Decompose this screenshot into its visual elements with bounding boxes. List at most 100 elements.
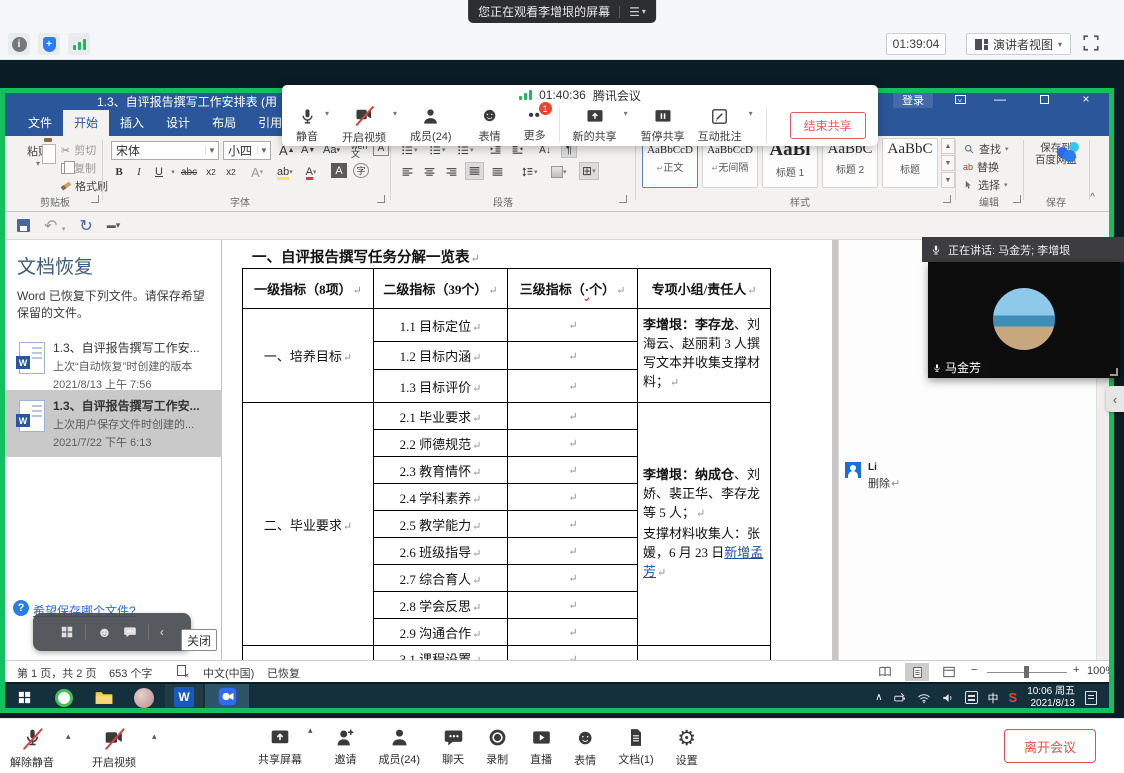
zoom-slider-thumb[interactable] — [1024, 666, 1029, 678]
styles-more-button[interactable]: ▼ — [941, 172, 955, 188]
align-left-button[interactable] — [399, 163, 416, 181]
tab-insert[interactable]: 插入 — [109, 110, 155, 136]
collapse-ribbon-button[interactable]: ^ — [1090, 192, 1095, 203]
tab-layout[interactable]: 布局 — [201, 110, 247, 136]
find-button[interactable]: 查找▾ — [963, 141, 1009, 157]
mute-button[interactable]: 静音 — [296, 107, 318, 144]
emoji-button[interactable]: ☻表情 — [574, 727, 596, 768]
members-button[interactable]: 成员(24) — [410, 107, 452, 144]
highlight-color-button[interactable]: ab▾ — [275, 163, 295, 181]
zoom-out-button[interactable]: − — [971, 664, 977, 676]
fullscreen-button[interactable] — [1082, 34, 1102, 54]
start-video-button[interactable]: 开启视频 — [92, 727, 136, 770]
bold-button[interactable]: B — [111, 163, 127, 181]
shading-button[interactable]: ▾ — [549, 163, 569, 181]
recovery-close-button[interactable]: 关闭 — [181, 629, 217, 651]
members-button[interactable]: 成员(24) — [379, 727, 421, 768]
resize-grip[interactable] — [1110, 368, 1118, 376]
mute-menu-caret[interactable]: ▾ — [325, 109, 329, 118]
settings-button[interactable]: ⚙设置 — [676, 727, 698, 768]
save-button[interactable] — [17, 219, 30, 232]
page-count[interactable]: 第 1 页，共 2 页 — [17, 665, 96, 681]
character-shading-button[interactable]: A — [331, 163, 347, 178]
ime-panel-icon[interactable] — [965, 691, 978, 704]
print-layout-button[interactable] — [905, 663, 929, 681]
strikethrough-button[interactable]: abc — [179, 163, 199, 181]
more-button[interactable]: ••更多1 — [524, 107, 546, 143]
revision-comment[interactable]: Li 删除↵ — [845, 462, 900, 491]
language-status[interactable]: 中文(中国) — [203, 665, 254, 681]
view-mode-selector[interactable]: 演讲者视图 ▾ — [966, 33, 1071, 55]
read-mode-button[interactable] — [873, 663, 897, 681]
share-menu-caret[interactable]: ▴ — [308, 725, 313, 768]
align-right-button[interactable] — [443, 163, 460, 181]
style-title[interactable]: AaBbC 标题 — [882, 138, 938, 188]
redo-button[interactable]: ↻ — [79, 216, 92, 236]
font-size-combobox[interactable]: 小四▼ — [223, 141, 271, 160]
web-layout-button[interactable] — [937, 663, 961, 681]
speaker-icon[interactable] — [941, 691, 955, 705]
paste-button[interactable]: 粘贴 ▾ — [17, 140, 59, 168]
video-menu-caret[interactable]: ▾ — [393, 109, 397, 118]
new-share-menu-caret[interactable]: ▾ — [624, 109, 628, 118]
editing-dialog-launcher[interactable] — [1013, 195, 1021, 203]
restore-button[interactable] — [1027, 88, 1061, 110]
invite-button[interactable]: 邀请 — [335, 727, 357, 768]
chat-button[interactable]: 聊天 — [442, 727, 464, 768]
document-page[interactable]: 一、自评报告撰写任务分解一览表↵ 一级指标（8项）↵ 二级指标（39个）↵ 三级… — [222, 240, 832, 660]
leave-meeting-button[interactable]: 离开会议 — [1004, 729, 1096, 763]
network-status-button[interactable] — [68, 33, 90, 55]
enclose-characters-button[interactable]: 字 — [353, 163, 369, 178]
paragraph-dialog-launcher[interactable] — [619, 195, 627, 203]
annotate-menu-caret[interactable]: ▾ — [749, 109, 753, 118]
tab-home[interactable]: 开始 — [63, 110, 109, 136]
clipboard-dialog-launcher[interactable] — [91, 195, 99, 203]
taskbar-app-wechat[interactable] — [125, 684, 163, 711]
close-button[interactable]: × — [1069, 88, 1103, 110]
proofing-icon[interactable] — [177, 665, 186, 679]
recovered-file-item-selected[interactable]: 1.3、自评报告撰写工作安... 上次用户保存文件时创建的... 2021/7/… — [5, 390, 222, 457]
taskbar-tencent-meeting[interactable] — [205, 684, 249, 711]
wifi-icon[interactable] — [917, 691, 931, 705]
save-to-baidu-button[interactable]: 保存到百度网盘 — [1027, 140, 1085, 166]
docs-button[interactable]: 文档(1) — [618, 727, 653, 768]
zoom-in-button[interactable]: + — [1073, 664, 1079, 676]
subscript-button[interactable]: x2 — [203, 163, 219, 181]
sogou-icon[interactable]: S — [1009, 690, 1018, 705]
unmute-menu-caret[interactable]: ▴ — [66, 731, 71, 742]
minimize-button[interactable]: — — [983, 88, 1017, 110]
word-signin-button[interactable]: 登录 — [893, 91, 933, 108]
panel-collapse-handle[interactable]: ‹ — [1106, 386, 1124, 412]
share-screen-button[interactable]: 共享屏幕 — [258, 727, 302, 768]
floating-assistant-toolbar[interactable]: ☻ ‹ — [33, 613, 191, 651]
borders-button[interactable]: ⊞▾ — [579, 162, 599, 180]
select-button[interactable]: 选择▾ — [963, 177, 1008, 193]
tray-expand-chevron[interactable]: ∧ — [875, 692, 882, 703]
customize-qat-button[interactable]: ▬▾ — [107, 220, 121, 231]
styles-scroll-up[interactable]: ▲ — [941, 138, 955, 154]
align-center-button[interactable] — [421, 163, 438, 181]
replace-button[interactable]: ab替换 — [963, 159, 999, 175]
format-painter-button[interactable]: 格式刷 — [61, 178, 108, 194]
tab-design[interactable]: 设计 — [155, 110, 201, 136]
tab-file[interactable]: 文件 — [17, 110, 63, 136]
banner-menu-button[interactable]: ☰▾ — [629, 5, 646, 19]
styles-dialog-launcher[interactable] — [943, 195, 951, 203]
zoom-level[interactable]: 100% — [1087, 665, 1115, 677]
new-share-button[interactable]: 新的共享 — [573, 107, 617, 144]
action-center-icon[interactable] — [1085, 691, 1097, 705]
participant-video-tile[interactable]: 马金芳 — [928, 262, 1120, 378]
text-effects-button[interactable]: A▾ — [249, 163, 265, 181]
cut-button[interactable]: ✂剪切 — [61, 142, 96, 158]
taskbar-word[interactable]: W — [165, 684, 203, 711]
copy-button[interactable]: 复制 — [61, 160, 96, 176]
pause-share-button[interactable]: 暂停共享 — [641, 107, 685, 144]
pen-battery-icon[interactable] — [893, 691, 907, 705]
line-spacing-button[interactable]: ▾ — [519, 163, 540, 181]
start-button[interactable] — [5, 684, 43, 711]
font-dialog-launcher[interactable] — [377, 195, 385, 203]
live-button[interactable]: 直播 — [530, 727, 552, 768]
record-button[interactable]: 录制 — [486, 727, 508, 768]
font-name-combobox[interactable]: 宋体▼ — [111, 141, 219, 160]
video-menu-caret[interactable]: ▴ — [152, 731, 157, 742]
